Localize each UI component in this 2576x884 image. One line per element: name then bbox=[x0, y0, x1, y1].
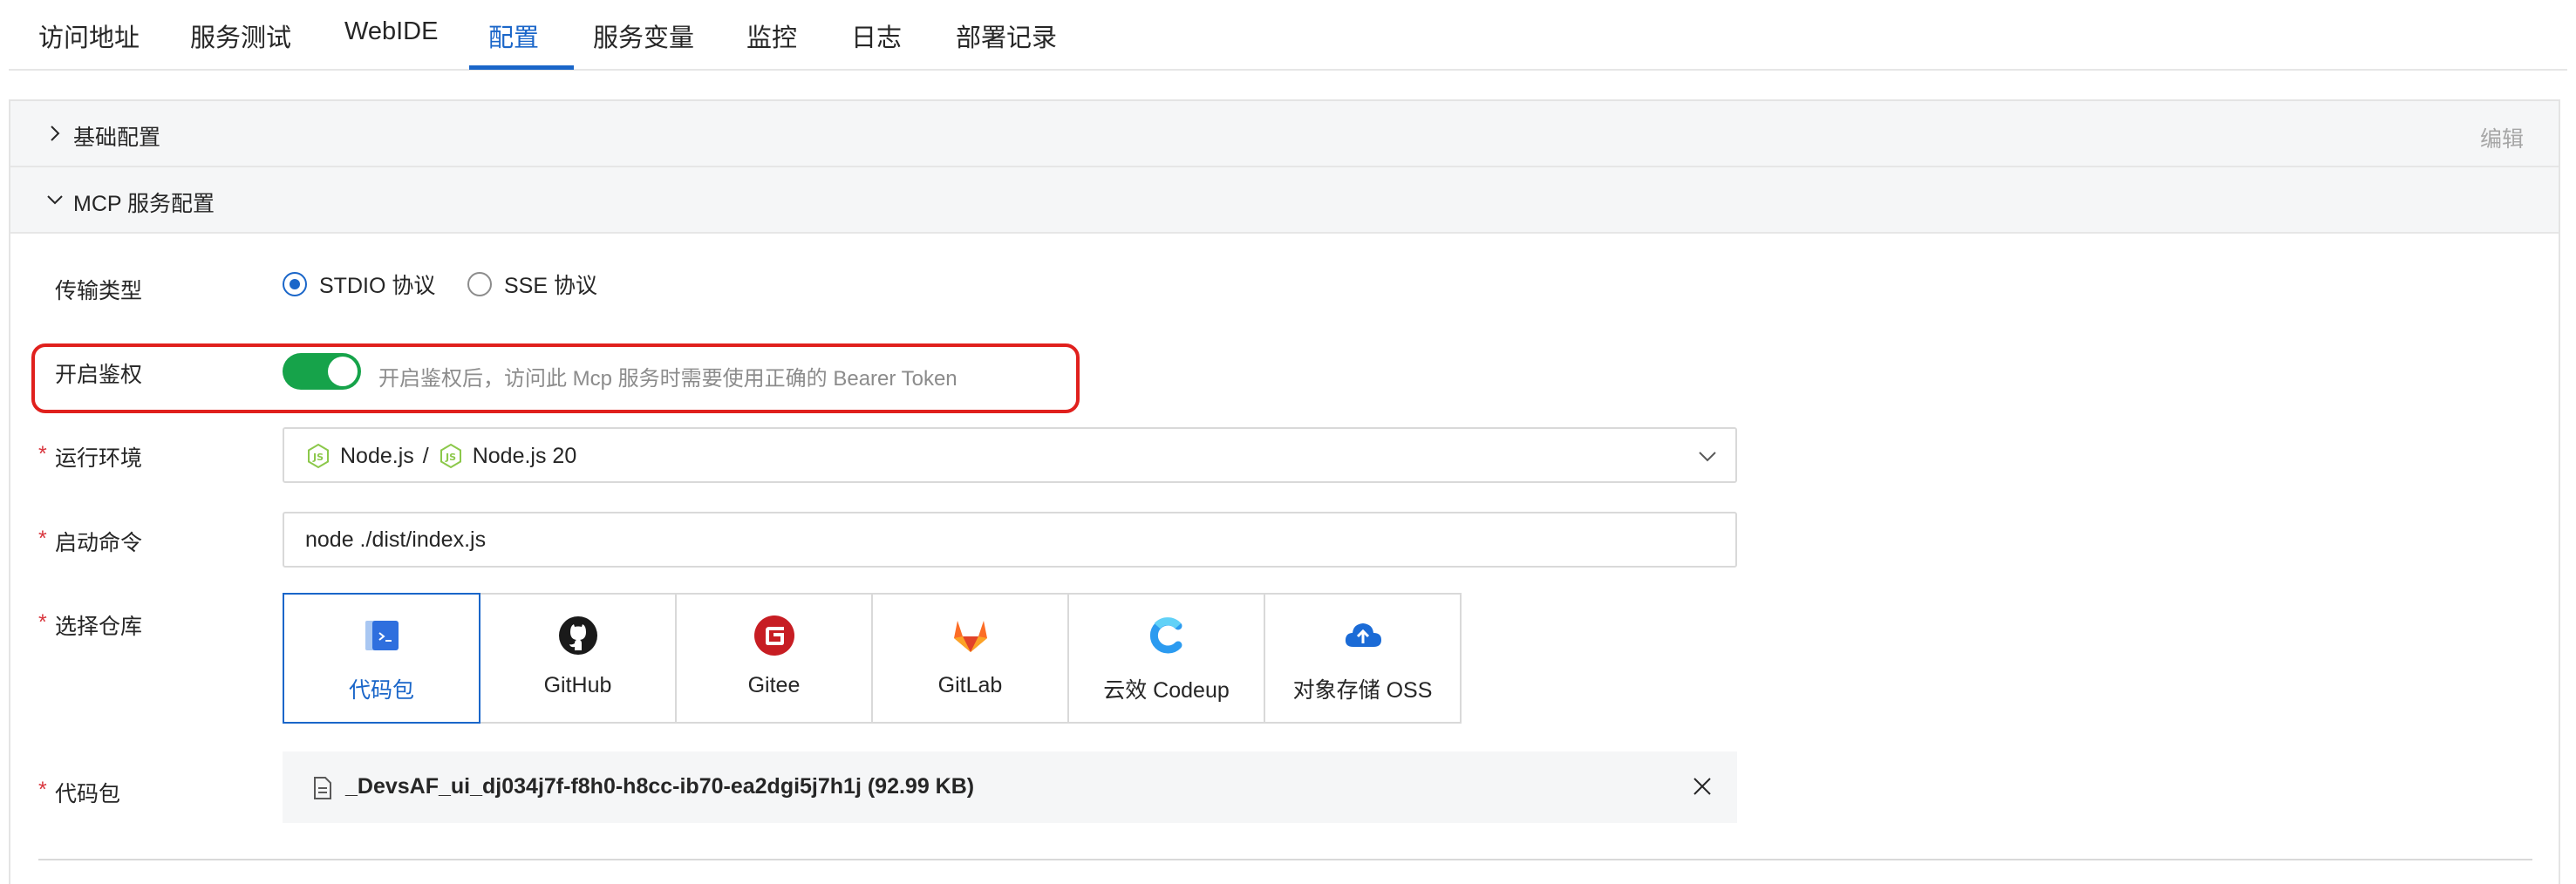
gitee-icon bbox=[753, 615, 794, 656]
chevron-down-icon bbox=[1699, 452, 1716, 462]
repo-name: 代码包 bbox=[348, 678, 414, 703]
tab-service-variables[interactable]: 服务变量 bbox=[593, 17, 694, 54]
command-label: 启动命令 bbox=[55, 531, 143, 555]
tab-config[interactable]: 配置 bbox=[488, 17, 539, 54]
required-mark: * bbox=[38, 442, 47, 466]
required-mark: * bbox=[38, 610, 47, 635]
toggle-knob bbox=[328, 357, 358, 386]
repo-name: GitHub bbox=[543, 673, 612, 697]
repo-name: 对象存储 OSS bbox=[1292, 678, 1433, 703]
radio-dot bbox=[283, 272, 307, 296]
svg-text:JS: JS bbox=[312, 452, 324, 463]
tab-webide[interactable]: WebIDE bbox=[344, 17, 438, 46]
repo-label: 选择仓库 bbox=[55, 615, 143, 639]
oss-icon bbox=[1345, 623, 1381, 647]
basic-config-title: 基础配置 bbox=[73, 126, 161, 150]
package-label: 代码包 bbox=[55, 782, 121, 806]
edit-button[interactable]: 编辑 bbox=[2480, 122, 2524, 153]
svg-text:JS: JS bbox=[445, 452, 456, 463]
mcp-config-header[interactable]: MCP 服务配置 bbox=[10, 167, 2559, 234]
repo-name: GitLab bbox=[937, 673, 1003, 697]
transport-type-label: 传输类型 bbox=[55, 279, 143, 303]
tab-access-address[interactable]: 访问地址 bbox=[38, 17, 140, 54]
uploaded-file: _DevsAF_ui_dj034j7f-f8h0-h8cc-ib70-ea2dg… bbox=[283, 751, 1737, 823]
command-input[interactable] bbox=[283, 512, 1737, 568]
tab-logs[interactable]: 日志 bbox=[851, 17, 902, 54]
repo-option-gitlab[interactable]: GitLab bbox=[871, 593, 1069, 724]
runtime-separator: / bbox=[422, 443, 429, 468]
close-icon[interactable] bbox=[1690, 774, 1714, 799]
mcp-config-title: MCP 服务配置 bbox=[73, 192, 215, 216]
chevron-right-icon bbox=[51, 126, 60, 141]
nodejs-icon: JS bbox=[440, 443, 461, 469]
radio-sse[interactable]: SSE 协议 bbox=[467, 269, 597, 300]
repo-option-oss[interactable]: 对象存储 OSS bbox=[1264, 593, 1462, 724]
repo-option-gitee[interactable]: Gitee bbox=[675, 593, 873, 724]
required-mark: * bbox=[38, 778, 47, 802]
tab-bar: 访问地址 服务测试 WebIDE 配置 服务变量 监控 日志 部署记录 bbox=[9, 0, 2567, 71]
repo-option-code-package[interactable]: 代码包 bbox=[283, 593, 480, 724]
auth-label: 开启鉴权 bbox=[55, 363, 143, 387]
nodejs-icon: JS bbox=[308, 443, 329, 469]
basic-config-header[interactable]: 基础配置 编辑 bbox=[10, 101, 2559, 167]
tab-service-test[interactable]: 服务测试 bbox=[190, 17, 291, 54]
auth-toggle[interactable] bbox=[283, 353, 361, 390]
required-mark: * bbox=[38, 527, 47, 551]
divider bbox=[38, 859, 2532, 860]
repo-name: 云效 Codeup bbox=[1103, 678, 1230, 703]
radio-dot bbox=[467, 272, 492, 296]
repo-option-github[interactable]: GitHub bbox=[479, 593, 677, 724]
github-icon bbox=[558, 616, 597, 655]
runtime-select[interactable]: JS Node.js / JS Node.js 20 bbox=[283, 427, 1737, 483]
chevron-down-icon bbox=[47, 195, 63, 205]
repo-name: Gitee bbox=[747, 673, 801, 697]
active-tab-indicator bbox=[469, 65, 574, 70]
file-icon bbox=[314, 777, 331, 799]
auth-hint: 开启鉴权后，访问此 Mcp 服务时需要使用正确的 Bearer Token bbox=[378, 367, 957, 391]
code-package-icon bbox=[365, 621, 399, 650]
radio-sse-label: SSE 协议 bbox=[504, 274, 597, 298]
codeup-icon bbox=[1149, 617, 1182, 654]
runtime-value-1: Node.js bbox=[340, 443, 414, 468]
file-name: _DevsAF_ui_dj034j7f-f8h0-h8cc-ib70-ea2dg… bbox=[345, 774, 975, 799]
radio-stdio-label: STDIO 协议 bbox=[319, 274, 436, 298]
repo-options: 代码包 GitHub Gitee GitLab 云效 Codeup 对象存储 O… bbox=[283, 593, 1470, 724]
tab-deploy-records[interactable]: 部署记录 bbox=[956, 17, 1057, 54]
runtime-value-2: Node.js 20 bbox=[472, 443, 577, 468]
gitlab-icon bbox=[953, 621, 987, 652]
runtime-label: 运行环境 bbox=[55, 446, 143, 471]
repo-option-codeup[interactable]: 云效 Codeup bbox=[1067, 593, 1265, 724]
tab-monitoring[interactable]: 监控 bbox=[746, 17, 797, 54]
radio-stdio[interactable]: STDIO 协议 bbox=[283, 269, 435, 300]
